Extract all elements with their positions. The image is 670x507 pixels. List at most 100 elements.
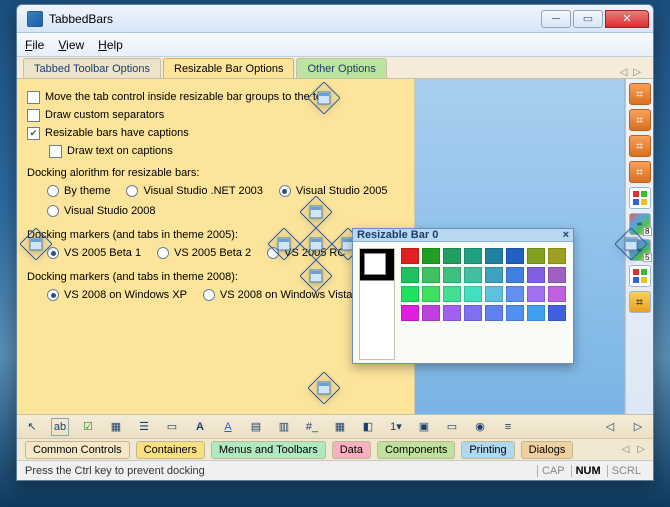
color-swatch[interactable] [527,267,545,283]
color-swatch[interactable] [548,248,566,264]
color-swatch[interactable] [464,286,482,302]
color-swatch[interactable] [401,286,419,302]
tabs-scroll-left-icon[interactable]: ◁ [620,67,628,78]
tool-notify-icon[interactable]: ◧ [359,418,377,436]
floating-title-bar[interactable]: Resizable Bar 0 × [353,229,573,242]
check-move-top[interactable]: Move the tab control inside resizable ba… [27,89,404,105]
theme-btn-4[interactable]: ⌗ [629,161,651,183]
tool-radio-icon[interactable]: ◉ [471,418,489,436]
tool-listbox-icon[interactable]: ▤ [247,418,265,436]
minimize-button[interactable]: ─ [541,10,571,28]
tool-numeric-icon[interactable]: 1▾ [387,418,405,436]
tool-progress-icon[interactable]: ▭ [443,418,461,436]
color-swatch[interactable] [401,248,419,264]
tool-grid-icon[interactable]: ▦ [107,418,125,436]
color-swatch[interactable] [527,286,545,302]
tool-link-icon[interactable]: A [219,418,237,436]
radio-vs2003[interactable]: Visual Studio .NET 2003 [126,183,262,199]
dock-guide-right[interactable] [615,228,647,260]
color-swatch[interactable] [485,286,503,302]
tool-calendar-icon[interactable]: ▦ [331,418,349,436]
toolbox-tab-common[interactable]: Common Controls [25,441,130,459]
maximize-button[interactable]: ▭ [573,10,603,28]
floating-resizable-bar[interactable]: Resizable Bar 0 × [352,228,574,364]
menu-view[interactable]: View [58,38,84,52]
radio-2008-xp[interactable]: VS 2008 on Windows XP [47,287,187,303]
tab-other-options[interactable]: Other Options [296,58,386,78]
tab-resizable-options[interactable]: Resizable Bar Options [163,58,294,78]
check-have-captions[interactable]: ✔Resizable bars have captions [27,125,404,141]
color-swatch[interactable] [443,305,461,321]
tool-checkbox-icon[interactable]: ☑ [79,418,97,436]
tool-listview-icon[interactable]: ▥ [275,418,293,436]
menu-file[interactable]: File [25,38,44,52]
color-swatch[interactable] [527,248,545,264]
dock-guide-cluster-left[interactable] [268,228,300,260]
floating-close-icon[interactable]: × [563,229,569,241]
tabs-scroll-right-icon[interactable]: ▷ [633,67,641,78]
color-swatch[interactable] [527,305,545,321]
dock-guide-bottom[interactable] [308,372,340,404]
color-swatch[interactable] [485,248,503,264]
color-swatch[interactable] [464,305,482,321]
radio-bytheme[interactable]: By theme [47,183,110,199]
tool-scroll-left-icon[interactable]: ◁ [601,418,619,436]
color-swatch[interactable] [485,305,503,321]
color-swatch[interactable] [548,305,566,321]
dock-guide-cluster-center[interactable] [300,228,332,260]
dock-guide-cluster-bottom[interactable] [300,260,332,292]
radio-2005-beta1[interactable]: VS 2005 Beta 1 [47,245,141,261]
toolbox-scroll-right-icon[interactable]: ▷ [637,444,645,455]
color-swatch[interactable] [443,286,461,302]
color-swatch[interactable] [506,286,524,302]
color-main-swatch[interactable] [359,248,395,360]
tab-toolbar-options[interactable]: Tabbed Toolbar Options [23,58,161,78]
check-draw-text[interactable]: Draw text on captions [49,143,404,159]
color-swatch[interactable] [548,286,566,302]
toolbox-tab-data[interactable]: Data [332,441,371,459]
dock-guide-top[interactable] [308,82,340,114]
title-bar[interactable]: TabbedBars ─ ▭ ✕ [17,5,653,33]
dock-guide-cluster-top[interactable] [300,196,332,228]
theme-btn-8[interactable] [629,265,651,287]
theme-btn-9[interactable]: ⌗ [629,291,651,313]
tool-mask-icon[interactable]: #_ [303,418,321,436]
color-swatch[interactable] [401,305,419,321]
radio-vs2005[interactable]: Visual Studio 2005 [279,183,388,199]
radio-vs2008[interactable]: Visual Studio 2008 [47,203,156,219]
color-swatch[interactable] [443,267,461,283]
close-button[interactable]: ✕ [605,10,649,28]
theme-btn-2[interactable]: ⌗ [629,109,651,131]
color-swatch[interactable] [422,267,440,283]
tool-list-icon[interactable]: ☰ [135,418,153,436]
tool-combo-icon[interactable]: ▭ [163,418,181,436]
theme-btn-3[interactable]: ⌗ [629,135,651,157]
tool-textbox-icon[interactable]: ab [51,418,69,436]
color-swatch[interactable] [464,248,482,264]
color-swatch[interactable] [506,305,524,321]
tool-label-icon[interactable]: A [191,418,209,436]
toolbox-tab-menus[interactable]: Menus and Toolbars [211,441,326,459]
toolbox-scroll-left-icon[interactable]: ◁ [622,444,630,455]
color-swatch[interactable] [422,248,440,264]
color-swatch[interactable] [506,248,524,264]
toolbox-tab-components[interactable]: Components [377,441,455,459]
color-swatch[interactable] [506,267,524,283]
color-swatch[interactable] [443,248,461,264]
toolbox-tab-containers[interactable]: Containers [136,441,205,459]
tool-richtext-icon[interactable]: ≡ [499,418,517,436]
tool-pointer-icon[interactable]: ↖ [23,418,41,436]
toolbox-tab-dialogs[interactable]: Dialogs [521,441,574,459]
menu-help[interactable]: Help [98,38,123,52]
check-custom-separators[interactable]: Draw custom separators [27,107,404,123]
tool-scroll-right-icon[interactable]: ▷ [629,418,647,436]
color-swatch[interactable] [485,267,503,283]
toolbox-tab-printing[interactable]: Printing [461,441,514,459]
color-swatch[interactable] [422,305,440,321]
color-swatch[interactable] [548,267,566,283]
color-swatch[interactable] [464,267,482,283]
color-swatch[interactable] [401,267,419,283]
radio-2005-beta2[interactable]: VS 2005 Beta 2 [157,245,251,261]
dock-guide-left[interactable] [20,228,52,260]
theme-btn-5[interactable] [629,187,651,209]
